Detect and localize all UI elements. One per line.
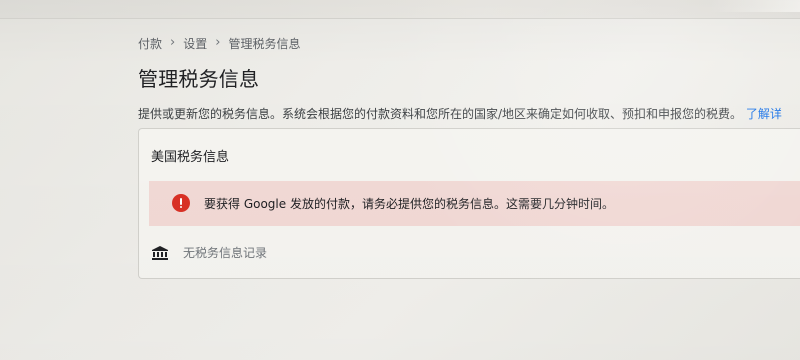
tax-info-card: 美国税务信息 要获得 Google 发放的付款，请务必提供您的税务信息。这需要几… (138, 128, 800, 279)
alert-text: 要获得 Google 发放的付款，请务必提供您的税务信息。这需要几分钟时间。 (204, 197, 614, 211)
page-description-text: 提供或更新您的税务信息。系统会根据您的付款资料和您所在的国家/地区来确定如何收取… (138, 107, 743, 121)
breadcrumb: 付款 › 设置 › 管理税务信息 (138, 35, 300, 52)
page-description: 提供或更新您的税务信息。系统会根据您的付款资料和您所在的国家/地区来确定如何收取… (138, 105, 800, 122)
breadcrumb-item-settings[interactable]: 设置 (183, 35, 207, 52)
top-strip-glare (710, 0, 800, 12)
card-title: 美国税务信息 (151, 150, 230, 165)
browser-top-strip (0, 0, 800, 19)
page-title: 管理税务信息 (138, 67, 260, 91)
error-alert: 要获得 Google 发放的付款，请务必提供您的税务信息。这需要几分钟时间。 (149, 181, 800, 226)
learn-more-link[interactable]: 了解详 (746, 107, 782, 121)
empty-state-text: 无税务信息记录 (183, 246, 268, 260)
breadcrumb-item-payments[interactable]: 付款 (138, 35, 162, 52)
breadcrumb-separator: › (170, 35, 176, 50)
bank-icon (152, 245, 168, 260)
empty-state-row: 无税务信息记录 (151, 244, 267, 261)
error-icon (172, 194, 190, 212)
breadcrumb-item-manage-tax-info: 管理税务信息 (228, 37, 301, 51)
breadcrumb-separator: › (215, 35, 221, 50)
